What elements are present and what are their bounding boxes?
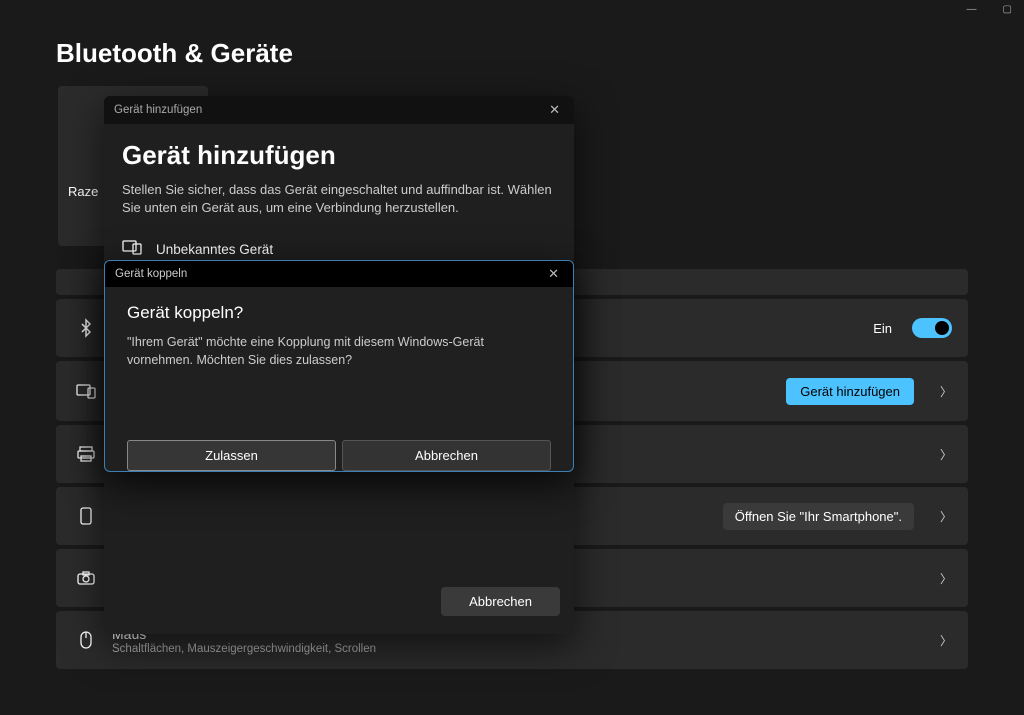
maximize-button[interactable]: ▢ xyxy=(1003,4,1012,15)
phone-icon xyxy=(72,507,100,525)
camera-icon xyxy=(72,571,100,585)
bluetooth-toggle[interactable] xyxy=(912,318,952,338)
chevron-right-icon: 〉 xyxy=(930,508,952,525)
devices-icon xyxy=(72,383,100,399)
window-titlebar: — ▢ xyxy=(0,0,1024,18)
row-mouse-subtitle: Schaltflächen, Mauszeigergeschwindigkeit… xyxy=(112,643,930,655)
pair-device-dialog-title: Gerät koppeln? xyxy=(127,303,551,323)
mouse-icon xyxy=(72,631,100,649)
printer-icon xyxy=(72,446,100,462)
add-device-dialog-window-title: Gerät hinzufügen xyxy=(114,104,202,116)
pair-device-dialog: Gerät koppeln ✕ Gerät koppeln? "Ihrem Ge… xyxy=(104,260,574,472)
pair-device-dialog-message: "Ihrem Gerät" möchte eine Kopplung mit d… xyxy=(127,333,551,369)
add-device-dialog-title: Gerät hinzufügen xyxy=(122,140,556,171)
discovered-device-label: Unbekanntes Gerät xyxy=(156,242,273,257)
device-generic-icon xyxy=(122,239,142,260)
pair-cancel-button[interactable]: Abbrechen xyxy=(342,440,551,471)
page-title: Bluetooth & Geräte xyxy=(56,38,968,69)
chevron-right-icon: 〉 xyxy=(930,632,952,649)
pair-device-dialog-titlebar: Gerät koppeln ✕ xyxy=(105,261,573,287)
open-your-phone-button[interactable]: Öffnen Sie "Ihr Smartphone". xyxy=(723,503,914,530)
chevron-right-icon: 〉 xyxy=(930,383,952,400)
pair-allow-button[interactable]: Zulassen xyxy=(127,440,336,471)
add-device-dialog-titlebar: Gerät hinzufügen ✕ xyxy=(104,96,574,124)
add-device-cancel-button[interactable]: Abbrechen xyxy=(441,587,560,616)
add-device-dialog-description: Stellen Sie sicher, dass das Gerät einge… xyxy=(122,181,556,217)
chevron-right-icon: 〉 xyxy=(930,446,952,463)
close-icon[interactable]: ✕ xyxy=(545,102,564,118)
bluetooth-toggle-label: Ein xyxy=(873,321,892,336)
minimize-button[interactable]: — xyxy=(967,4,977,15)
close-icon[interactable]: ✕ xyxy=(544,266,563,282)
bluetooth-icon xyxy=(72,318,100,338)
device-card-name: Raze xyxy=(68,184,98,199)
pair-device-dialog-window-title: Gerät koppeln xyxy=(115,268,187,280)
add-device-button[interactable]: Gerät hinzufügen xyxy=(786,378,914,405)
chevron-right-icon: 〉 xyxy=(930,570,952,587)
